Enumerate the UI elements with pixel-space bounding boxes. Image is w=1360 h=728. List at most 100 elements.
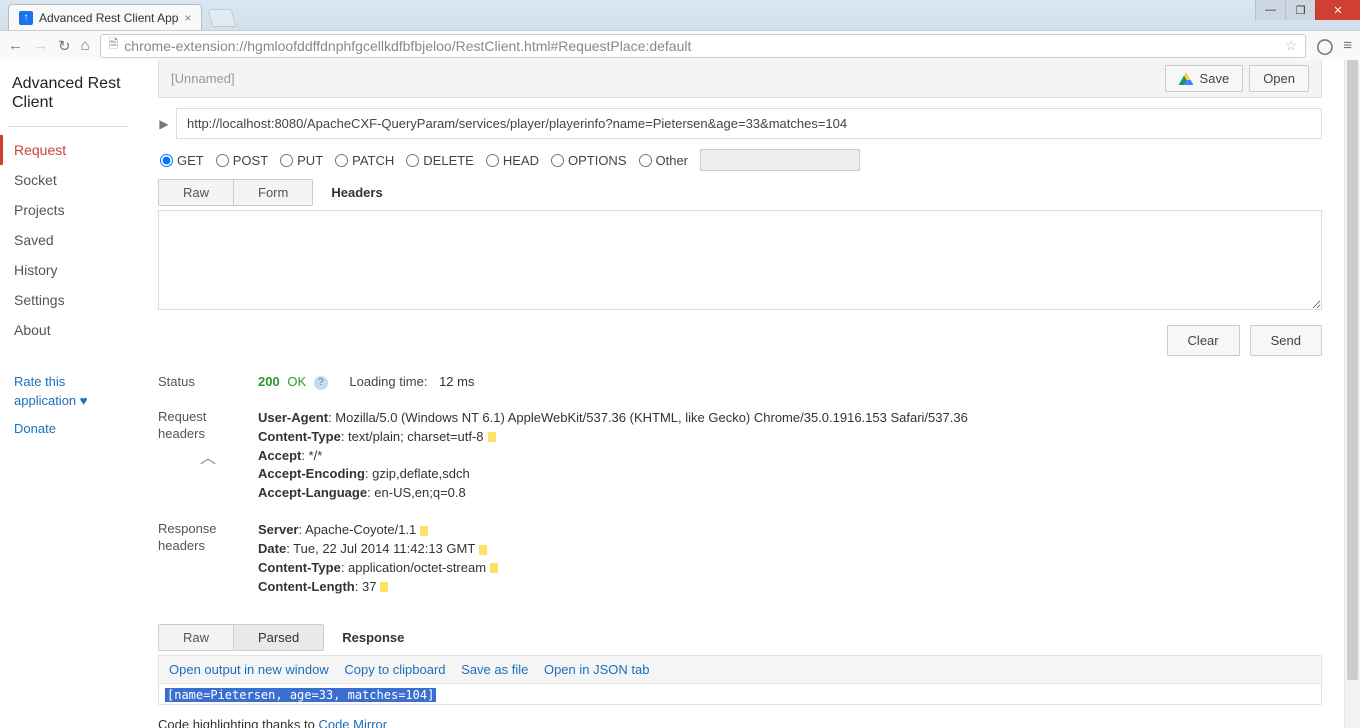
clear-button[interactable]: Clear [1167, 325, 1240, 356]
req-header-row: Accept-Encoding: gzip,deflate,sdch [258, 465, 1322, 484]
result-grid: Status 200 OK ? Loading time: 12 ms Requ… [158, 374, 1322, 596]
copy-icon[interactable] [488, 432, 496, 442]
response-links: Open output in new window Copy to clipbo… [158, 655, 1322, 684]
method-put[interactable]: PUT [280, 153, 323, 168]
rate-link[interactable]: Rate this application ♥ [14, 373, 150, 409]
req-header-row: Accept-Language: en-US,en;q=0.8 [258, 484, 1322, 503]
sidebar-item-saved[interactable]: Saved [0, 225, 150, 255]
req-headers-label: Requestheaders ︿ [158, 409, 258, 503]
copy-icon[interactable] [490, 563, 498, 573]
headers-label: Headers [331, 185, 382, 200]
sidebar-footer: Rate this application ♥ Donate [14, 373, 150, 438]
url-toggle-icon[interactable]: ▶ [158, 117, 170, 131]
menu-icon[interactable]: ≡ [1343, 37, 1352, 54]
open-json-link[interactable]: Open in JSON tab [544, 662, 650, 677]
home-icon[interactable]: ⌂ [81, 37, 90, 54]
tab-close-icon[interactable]: × [184, 11, 191, 25]
send-button[interactable]: Send [1250, 325, 1322, 356]
sidebar-item-request[interactable]: Request [0, 135, 150, 165]
open-button[interactable]: Open [1249, 65, 1309, 92]
request-name: [Unnamed] [171, 71, 235, 86]
collapse-icon[interactable]: ︿ [158, 449, 258, 470]
response-tab-raw[interactable]: Raw [159, 625, 233, 650]
req-header-row: Accept: */* [258, 447, 1322, 466]
bookmark-icon[interactable]: ☆ [1285, 37, 1298, 54]
action-buttons: Clear Send [158, 325, 1322, 356]
sidebar-divider [8, 126, 128, 127]
method-head[interactable]: HEAD [486, 153, 539, 168]
reload-icon[interactable]: ↻ [58, 37, 71, 55]
copy-clipboard-link[interactable]: Copy to clipboard [344, 662, 445, 677]
window-minimize-button[interactable]: — [1255, 0, 1285, 20]
status-text: OK [287, 374, 306, 389]
window-close-button[interactable]: ✕ [1315, 0, 1360, 20]
method-delete[interactable]: DELETE [406, 153, 474, 168]
response-tab-buttons: Raw Parsed [158, 624, 324, 651]
method-patch[interactable]: PATCH [335, 153, 394, 168]
tab-strip: ↑ Advanced Rest Client App × [0, 0, 1360, 30]
resp-header-row: Date: Tue, 22 Jul 2014 11:42:13 GMT [258, 540, 1322, 559]
copy-icon[interactable] [380, 582, 388, 592]
donate-link[interactable]: Donate [14, 420, 150, 438]
app-title-line2: Client [12, 94, 53, 111]
window-maximize-button[interactable]: ❐ [1285, 0, 1315, 20]
sidebar-item-about[interactable]: About [0, 315, 150, 345]
drive-icon [1179, 72, 1194, 85]
method-get[interactable]: GET [160, 153, 204, 168]
sidebar-item-projects[interactable]: Projects [0, 195, 150, 225]
url-input[interactable] [176, 108, 1322, 139]
method-post[interactable]: POST [216, 153, 268, 168]
headers-tab-raw[interactable]: Raw [159, 180, 233, 205]
sidebar-item-socket[interactable]: Socket [0, 165, 150, 195]
address-url: chrome-extension://hgmloofddffdnphfgcell… [124, 38, 691, 54]
copy-icon[interactable] [420, 526, 428, 536]
resp-header-row: Content-Type: application/octet-stream [258, 559, 1322, 578]
sidebar-item-settings[interactable]: Settings [0, 285, 150, 315]
method-row: GET POST PUT PATCH DELETE HEAD OPTIONS O… [158, 149, 1322, 171]
headers-textarea[interactable] [158, 210, 1322, 310]
resp-headers-label: Responseheaders [158, 521, 258, 596]
extension-icon[interactable]: ◯ [1316, 37, 1333, 55]
codemirror-link[interactable]: Code Mirror [318, 717, 387, 728]
forward-icon[interactable]: → [33, 37, 48, 54]
open-output-link[interactable]: Open output in new window [169, 662, 329, 677]
browser-tab[interactable]: ↑ Advanced Rest Client App × [8, 4, 202, 30]
tab-favicon: ↑ [19, 11, 33, 25]
save-label: Save [1200, 71, 1230, 86]
resp-header-row: Server: Apache-Coyote/1.1 [258, 521, 1322, 540]
save-file-link[interactable]: Save as file [461, 662, 528, 677]
response-label: Response [342, 630, 404, 645]
status-value: 200 OK ? Loading time: 12 ms [258, 374, 1322, 391]
resp-headers-list: Server: Apache-Coyote/1.1 Date: Tue, 22 … [258, 521, 1322, 596]
response-body[interactable]: [name=Pietersen, age=33, matches=104] [158, 684, 1322, 705]
address-bar[interactable]: 🗎 chrome-extension://hgmloofddffdnphfgce… [100, 34, 1307, 58]
back-icon[interactable]: ← [8, 37, 23, 54]
help-icon[interactable]: ? [314, 376, 328, 390]
save-button[interactable]: Save [1165, 65, 1244, 92]
sidebar-nav: Request Socket Projects Saved History Se… [0, 135, 150, 345]
method-other-input[interactable] [700, 149, 860, 171]
loading-label: Loading time: [349, 374, 427, 389]
browser-chrome: — ❐ ✕ ↑ Advanced Rest Client App × ← → ↻… [0, 0, 1360, 60]
status-label: Status [158, 374, 258, 391]
response-tab-parsed[interactable]: Parsed [233, 625, 323, 650]
request-topbar: [Unnamed] Save Open [158, 60, 1322, 98]
method-options[interactable]: OPTIONS [551, 153, 627, 168]
headers-tabs-row: Raw Form Headers [158, 179, 1322, 206]
sidebar: Advanced Rest Client Request Socket Proj… [0, 60, 150, 728]
page-icon: 🗎 [109, 35, 119, 56]
method-other[interactable]: Other [639, 153, 689, 168]
rate-line2: application ♥ [14, 393, 88, 408]
rate-line1: Rate this [14, 374, 65, 389]
scrollbar-thumb[interactable] [1347, 60, 1358, 680]
response-body-text: [name=Pietersen, age=33, matches=104] [165, 688, 436, 702]
new-tab-button[interactable] [208, 9, 237, 27]
copy-icon[interactable] [479, 545, 487, 555]
url-row: ▶ [158, 108, 1322, 139]
sidebar-item-history[interactable]: History [0, 255, 150, 285]
response-tabs-row: Raw Parsed Response [158, 624, 1322, 651]
scrollbar[interactable] [1344, 60, 1360, 728]
status-code: 200 [258, 374, 280, 389]
headers-tab-form[interactable]: Form [233, 180, 312, 205]
resp-header-row: Content-Length: 37 [258, 578, 1322, 597]
